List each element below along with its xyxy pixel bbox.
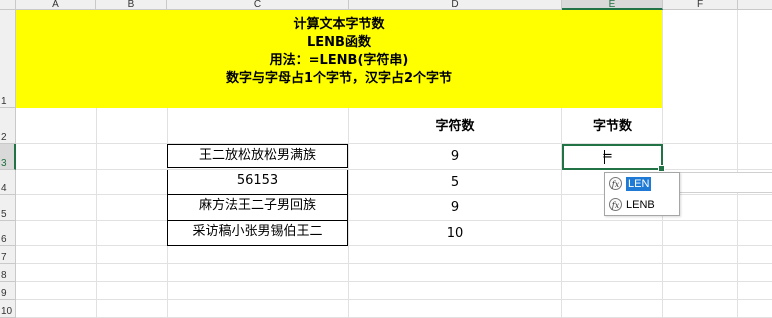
active-cell-e3[interactable]: = [562, 144, 665, 172]
row-header-3[interactable]: 3 [0, 144, 16, 170]
function-icon: fx [609, 177, 622, 190]
title-banner[interactable]: 计算文本字节数 LENB函数 用法：=LENB(字符串) 数字与字母占1个字节，… [16, 10, 662, 108]
banner-function-name: LENB函数 [307, 35, 371, 50]
column-header-c[interactable]: C [167, 0, 349, 10]
autocomplete-item-lenb[interactable]: fx LENB [605, 194, 679, 215]
char-count-cell[interactable]: 10 [349, 222, 561, 246]
row-header-7[interactable]: 7 [0, 246, 16, 264]
text-cell[interactable]: 王二放松放松男满族 [167, 144, 348, 168]
autocomplete-item-len[interactable]: fx LEN [605, 173, 679, 194]
gridline [16, 299, 772, 300]
char-count-cell[interactable]: 9 [349, 145, 561, 169]
column-header-e[interactable]: E [562, 0, 663, 10]
autocomplete-item-label: LENB [626, 198, 655, 211]
autocomplete-item-label: LEN [626, 176, 652, 191]
function-autocomplete-list[interactable]: fx LEN fx LENB [604, 172, 680, 216]
spreadsheet-grid[interactable]: A B C D E F 1 2 3 4 5 6 7 8 9 10 计算文本字节数… [0, 0, 772, 318]
banner-note: 数字与字母占1个字节，汉字占2个字节 [225, 71, 453, 86]
row-header-5[interactable]: 5 [0, 195, 16, 221]
gridline [16, 281, 772, 282]
header-byte-count[interactable]: 字节数 [562, 115, 663, 134]
row-header-10[interactable]: 10 [0, 300, 16, 318]
row-header-6[interactable]: 6 [0, 221, 16, 246]
autocomplete-tooltip-strip [678, 172, 772, 193]
text-cell[interactable]: 麻方法王二子男回族 [167, 195, 348, 221]
gridline [16, 263, 772, 264]
banner-usage: 用法：=LENB(字符串) [269, 53, 409, 68]
column-header-f[interactable]: F [663, 0, 738, 10]
banner-title: 计算文本字节数 [293, 17, 385, 32]
gridline [16, 220, 772, 221]
row-header-2[interactable]: 2 [0, 108, 16, 144]
column-header-a[interactable]: A [16, 0, 96, 10]
row-header-9[interactable]: 9 [0, 282, 16, 300]
fill-handle[interactable] [658, 165, 665, 172]
function-icon: fx [609, 198, 622, 211]
gridline [737, 10, 738, 318]
header-char-count[interactable]: 字符数 [349, 115, 561, 134]
column-header-next[interactable] [738, 0, 772, 10]
row-header-1[interactable]: 1 [0, 10, 16, 108]
column-header-d[interactable]: D [349, 0, 562, 10]
text-cell[interactable]: 采访稿小张男锡伯王二 [167, 221, 348, 246]
select-all-corner[interactable] [0, 0, 16, 10]
active-cell-value: = [602, 149, 613, 164]
text-cell[interactable]: 56153 [167, 170, 348, 195]
row-header-4[interactable]: 4 [0, 170, 16, 195]
column-header-b[interactable]: B [96, 0, 167, 10]
row-header-8[interactable]: 8 [0, 264, 16, 282]
char-count-cell[interactable]: 5 [349, 171, 561, 195]
char-count-cell[interactable]: 9 [349, 196, 561, 220]
